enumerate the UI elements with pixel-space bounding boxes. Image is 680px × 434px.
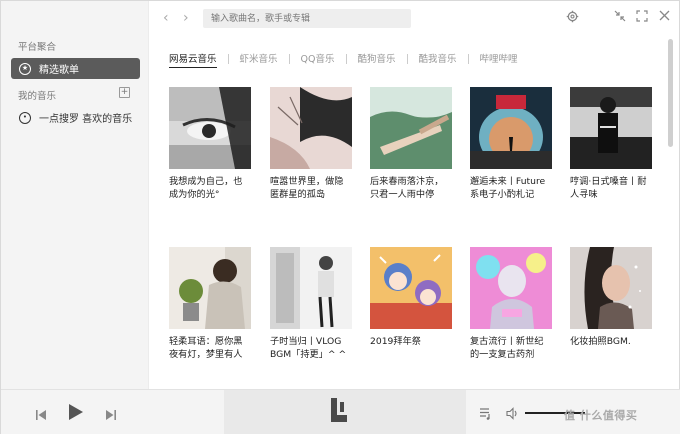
tab-divider	[467, 54, 469, 64]
tab-divider	[288, 54, 290, 64]
platform-tabs: 网易云音乐 虾米音乐 QQ音乐 酷狗音乐 酷我音乐 哔哩哔哩	[169, 51, 518, 68]
topbar: ‹ ›	[149, 1, 680, 37]
tab-divider	[227, 54, 229, 64]
playlist-cover	[470, 87, 552, 169]
star-icon: ★	[19, 62, 31, 75]
sidebar-item-label: 精选歌单	[39, 65, 79, 76]
playlist-title: 子时当归丨VLOG BGM「持更」^ ^	[270, 336, 347, 360]
previous-track-icon[interactable]	[35, 406, 47, 425]
forward-button[interactable]: ›	[183, 10, 189, 26]
tab-kuwo[interactable]: 酷我音乐	[419, 51, 457, 67]
next-track-icon[interactable]	[105, 406, 117, 425]
playlist-card[interactable]: 子时当归丨VLOG BGM「持更」^ ^	[270, 247, 352, 361]
playlist-card[interactable]: 我想成为自己，也成为你的光°	[169, 87, 251, 201]
tab-netease[interactable]: 网易云音乐	[169, 51, 217, 68]
playlist-cover	[570, 247, 652, 329]
playlist-cover	[270, 87, 352, 169]
playlist-cover	[370, 247, 452, 329]
search-input[interactable]	[203, 9, 411, 28]
sidebar-item-label: 一点搜罗 喜欢的音乐	[39, 114, 133, 125]
settings-icon[interactable]	[565, 10, 579, 24]
playlist-card[interactable]: 复古流行丨新世纪的一支复古药剂	[470, 247, 552, 361]
app-logo	[331, 398, 347, 422]
playlist-queue-icon[interactable]	[479, 405, 492, 424]
playlist-title: 哼调·日式嗓音丨耐人寻味	[570, 176, 647, 200]
playlist-card[interactable]: 哼调·日式嗓音丨耐人寻味	[570, 87, 652, 201]
volume-icon[interactable]	[506, 405, 519, 424]
playlist-title: 轻柔耳语：愿你黑夜有灯，梦里有人	[169, 336, 243, 360]
close-icon[interactable]	[657, 10, 671, 24]
playlist-cover	[270, 247, 352, 329]
playlist-title: 后来春雨落汴京，只君一人雨中停	[370, 176, 444, 200]
playlist-card[interactable]: 轻柔耳语：愿你黑夜有灯，梦里有人	[169, 247, 251, 361]
add-playlist-button[interactable]: +	[119, 87, 130, 98]
tab-xiami[interactable]: 虾米音乐	[240, 51, 278, 67]
fullscreen-icon[interactable]	[635, 10, 649, 24]
back-button[interactable]: ‹	[163, 10, 169, 26]
playlist-cover	[169, 247, 251, 329]
playlist-card[interactable]: 后来春雨落汴京，只君一人雨中停	[370, 87, 452, 201]
sidebar-section-my-music: 我的音乐	[18, 91, 57, 102]
sidebar-item-favorites[interactable]: • 一点搜罗 喜欢的音乐	[11, 107, 140, 128]
playlist-title: 复古流行丨新世纪的一支复古药剂	[470, 336, 544, 360]
playlist-title: 化妆拍照BGM.	[570, 336, 631, 347]
playlist-card[interactable]: 化妆拍照BGM.	[570, 247, 652, 361]
playlist-card[interactable]: 喧嚣世界里，做隐匿群星的孤岛	[270, 87, 352, 201]
playlist-card[interactable]: 邂逅未来丨Future系电子小酌札记	[470, 87, 552, 201]
tab-bilibili[interactable]: 哔哩哔哩	[480, 51, 518, 67]
playlist-card[interactable]: 2019拜年祭	[370, 247, 452, 361]
playlist-cover	[570, 87, 652, 169]
minimize-icon[interactable]	[613, 10, 627, 24]
playlist-cover	[169, 87, 251, 169]
tab-divider	[345, 54, 347, 64]
playlist-title: 邂逅未来丨Future系电子小酌札记	[470, 176, 546, 200]
playlist-title: 2019拜年祭	[370, 336, 421, 347]
sidebar-section-platform: 平台聚合	[18, 42, 57, 53]
disc-icon: •	[19, 111, 31, 124]
playlist-cover	[470, 247, 552, 329]
tab-qq[interactable]: QQ音乐	[301, 51, 335, 67]
sidebar-item-featured-playlists[interactable]: ★ 精选歌单	[11, 58, 140, 79]
watermark: 值 什么值得买	[564, 409, 638, 422]
sidebar: 平台聚合 ★ 精选歌单 我的音乐 + • 一点搜罗 喜欢的音乐	[1, 1, 149, 389]
tab-divider	[406, 54, 408, 64]
playlist-title: 我想成为自己，也成为你的光°	[169, 176, 243, 200]
app-window: 平台聚合 ★ 精选歌单 我的音乐 + • 一点搜罗 喜欢的音乐 ‹ › 网易云音…	[0, 0, 680, 434]
play-icon[interactable]	[68, 403, 84, 425]
playlist-title: 喧嚣世界里，做隐匿群星的孤岛	[270, 176, 344, 200]
scrollbar-thumb[interactable]	[668, 39, 673, 147]
playlist-cover	[370, 87, 452, 169]
tab-kugou[interactable]: 酷狗音乐	[358, 51, 396, 67]
